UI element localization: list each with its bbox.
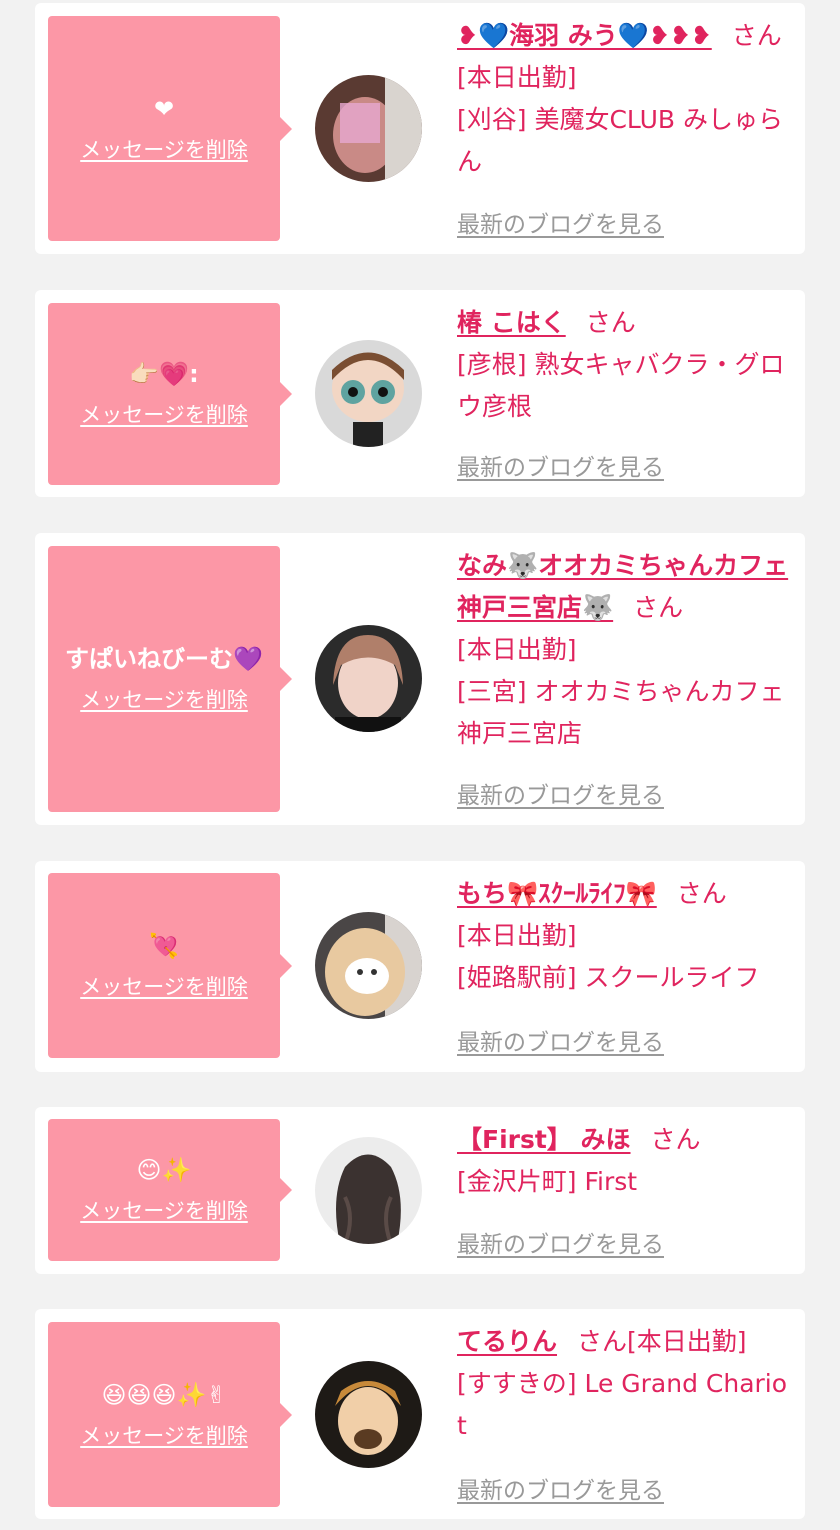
shop-label: [姫路駅前] スクールライフ xyxy=(457,963,760,992)
girl-name-link[interactable]: 椿 こはく xyxy=(457,308,566,337)
message-text: 😆😆😆✨✌ xyxy=(101,1380,227,1409)
girl-name-link[interactable]: なみ🐺オオカミちゃんカフェ神戸三宮店🐺 xyxy=(457,551,788,622)
message-text: ❤ xyxy=(153,94,175,123)
message-card: すぱいねびーむ💜 メッセージを削除 なみ🐺オオカミちゃんカフェ神戸三宮店🐺 さん … xyxy=(35,533,805,825)
girl-info: 椿 こはく さん [彦根] 熟女キャバクラ・グロウ彦根 xyxy=(457,302,793,428)
message-bubble: 💘 メッセージを削除 xyxy=(48,873,292,1058)
message-text: 👉🏻💗: xyxy=(129,360,199,388)
girl-name-link[interactable]: もち🎀ｽｸｰﾙﾗｲﾌ🎀 xyxy=(457,879,657,908)
girl-info: てるりん さん[本日出勤] [すすきの] Le Grand Chariot xyxy=(457,1321,793,1447)
girl-info: 【First】 みほ さん [金沢片町] First xyxy=(457,1119,793,1203)
message-bubble: 👉🏻💗: メッセージを削除 xyxy=(48,303,292,485)
san-label: さん xyxy=(633,593,684,622)
shop-label: [刈谷] 美魔女CLUB みしゅらん xyxy=(457,105,783,176)
avatar[interactable] xyxy=(315,912,422,1019)
avatar[interactable] xyxy=(315,75,422,182)
delete-message-link[interactable]: メッセージを削除 xyxy=(80,1195,248,1225)
san-label: さん xyxy=(731,21,782,50)
avatar[interactable] xyxy=(315,625,422,732)
san-label: さん xyxy=(650,1125,701,1154)
delete-message-link[interactable]: メッセージを削除 xyxy=(80,399,248,429)
message-text: すぱいねびーむ💜 xyxy=(65,645,263,673)
san-label: さん xyxy=(676,879,727,908)
avatar[interactable] xyxy=(315,1361,422,1468)
girl-name-link[interactable]: てるりん xyxy=(457,1327,557,1356)
status-label: [本日出勤] xyxy=(457,635,577,664)
shop-label: [彦根] 熟女キャバクラ・グロウ彦根 xyxy=(457,350,785,421)
message-text: 😊✨ xyxy=(136,1156,192,1184)
delete-message-link[interactable]: メッセージを削除 xyxy=(80,971,248,1001)
avatar[interactable] xyxy=(315,340,422,447)
message-bubble: 😊✨ メッセージを削除 xyxy=(48,1119,292,1261)
status-label: [本日出勤] xyxy=(457,921,577,950)
message-card: 😊✨ メッセージを削除 【First】 みほ さん [金沢片町] First 最新… xyxy=(35,1107,805,1274)
delete-message-link[interactable]: メッセージを削除 xyxy=(80,684,248,714)
message-card: 😆😆😆✨✌ メッセージを削除 てるりん さん[本日出勤] [すすきの] Le Gr… xyxy=(35,1309,805,1519)
latest-blog-link[interactable]: 最新のブログを見る xyxy=(457,448,664,482)
message-bubble: 😆😆😆✨✌ メッセージを削除 xyxy=(48,1322,292,1507)
san-label: さん xyxy=(577,1327,628,1356)
shop-label: [すすきの] Le Grand Chariot xyxy=(457,1369,788,1440)
latest-blog-link[interactable]: 最新のブログを見る xyxy=(457,776,664,810)
message-bubble: ❤ メッセージを削除 xyxy=(48,16,292,241)
girl-name-link[interactable]: 【First】 みほ xyxy=(457,1125,631,1154)
delete-message-link[interactable]: メッセージを削除 xyxy=(80,134,248,164)
avatar[interactable] xyxy=(315,1137,422,1244)
message-card: 👉🏻💗: メッセージを削除 椿 こはく さん [彦根] 熟女キャバクラ・グロウ彦根… xyxy=(35,290,805,497)
delete-message-link[interactable]: メッセージを削除 xyxy=(80,1420,248,1450)
latest-blog-link[interactable]: 最新のブログを見る xyxy=(457,1023,664,1057)
message-text: 💘 xyxy=(149,931,179,960)
status-label: [本日出勤] xyxy=(457,63,577,92)
message-bubble: すぱいねびーむ💜 メッセージを削除 xyxy=(48,546,292,812)
girl-info: ❥💙海羽 みう💙❥❥❥ さん [本日出勤] [刈谷] 美魔女CLUB みしゅらん xyxy=(457,15,793,183)
girl-name-link[interactable]: ❥💙海羽 みう💙❥❥❥ xyxy=(457,21,712,50)
san-label: さん xyxy=(585,308,636,337)
latest-blog-link[interactable]: 最新のブログを見る xyxy=(457,1471,664,1505)
latest-blog-link[interactable]: 最新のブログを見る xyxy=(457,1225,664,1259)
shop-label: [金沢片町] First xyxy=(457,1167,638,1196)
message-card: 💘 メッセージを削除 もち🎀ｽｸｰﾙﾗｲﾌ🎀 さん [本日出勤] [姫路駅前] ス… xyxy=(35,861,805,1072)
girl-info: もち🎀ｽｸｰﾙﾗｲﾌ🎀 さん [本日出勤] [姫路駅前] スクールライフ xyxy=(457,873,793,999)
status-label: [本日出勤] xyxy=(627,1327,747,1356)
latest-blog-link[interactable]: 最新のブログを見る xyxy=(457,205,664,239)
shop-label: [三宮] オオカミちゃんカフェ神戸三宮店 xyxy=(457,677,785,748)
message-card: ❤ メッセージを削除 ❥💙海羽 みう💙❥❥❥ さん [本日出勤] [刈谷] 美魔女C… xyxy=(35,3,805,254)
girl-info: なみ🐺オオカミちゃんカフェ神戸三宮店🐺 さん [本日出勤] [三宮] オオカミちゃ… xyxy=(457,545,793,755)
